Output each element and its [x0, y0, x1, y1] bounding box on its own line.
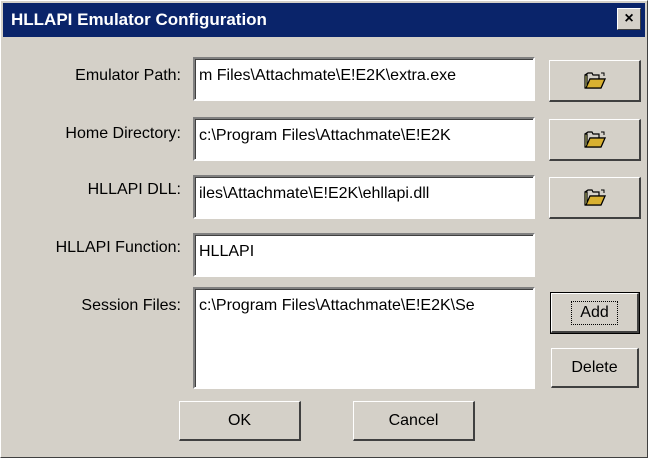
- title-bar[interactable]: HLLAPI Emulator Configuration ×: [3, 3, 645, 37]
- hllapi-dll-field[interactable]: iles\Attachmate\E!E2K\ehllapi.dll: [193, 175, 535, 219]
- cancel-button[interactable]: Cancel: [353, 401, 475, 441]
- session-files-list[interactable]: c:\Program Files\Attachmate\E!E2K\Se: [193, 287, 535, 389]
- cancel-button-label: Cancel: [388, 411, 439, 429]
- hllapi-function-label: HLLAPI Function:: [55, 239, 181, 256]
- close-icon: ×: [624, 10, 634, 27]
- hllapi-dll-label: HLLAPI DLL:: [87, 181, 181, 198]
- dialog-title: HLLAPI Emulator Configuration: [11, 10, 267, 29]
- hllapi-function-field[interactable]: HLLAPI: [193, 233, 535, 277]
- open-folder-icon: [583, 71, 606, 89]
- emulator-path-field[interactable]: m Files\Attachmate\E!E2K\extra.exe: [193, 57, 535, 101]
- close-button[interactable]: ×: [617, 8, 641, 30]
- add-button-label: Add: [571, 300, 618, 325]
- session-file-item[interactable]: c:\Program Files\Attachmate\E!E2K\Se: [199, 297, 533, 315]
- add-button[interactable]: Add: [550, 292, 640, 334]
- session-files-label: Session Files:: [81, 297, 181, 314]
- dialog-window: HLLAPI Emulator Configuration × Emulator…: [0, 0, 648, 458]
- browse-hllapi-dll-button[interactable]: [549, 177, 641, 219]
- browse-emulator-path-button[interactable]: [549, 60, 641, 102]
- home-directory-label: Home Directory:: [65, 125, 181, 142]
- ok-button[interactable]: OK: [179, 401, 301, 441]
- open-folder-icon: [583, 188, 606, 206]
- delete-button-label: Delete: [571, 358, 618, 376]
- open-folder-icon: [583, 130, 606, 148]
- ok-button-label: OK: [227, 411, 252, 429]
- browse-home-directory-button[interactable]: [549, 119, 641, 161]
- emulator-path-label: Emulator Path:: [75, 67, 181, 84]
- home-directory-field[interactable]: c:\Program Files\Attachmate\E!E2K: [193, 117, 535, 161]
- delete-button[interactable]: Delete: [551, 348, 639, 388]
